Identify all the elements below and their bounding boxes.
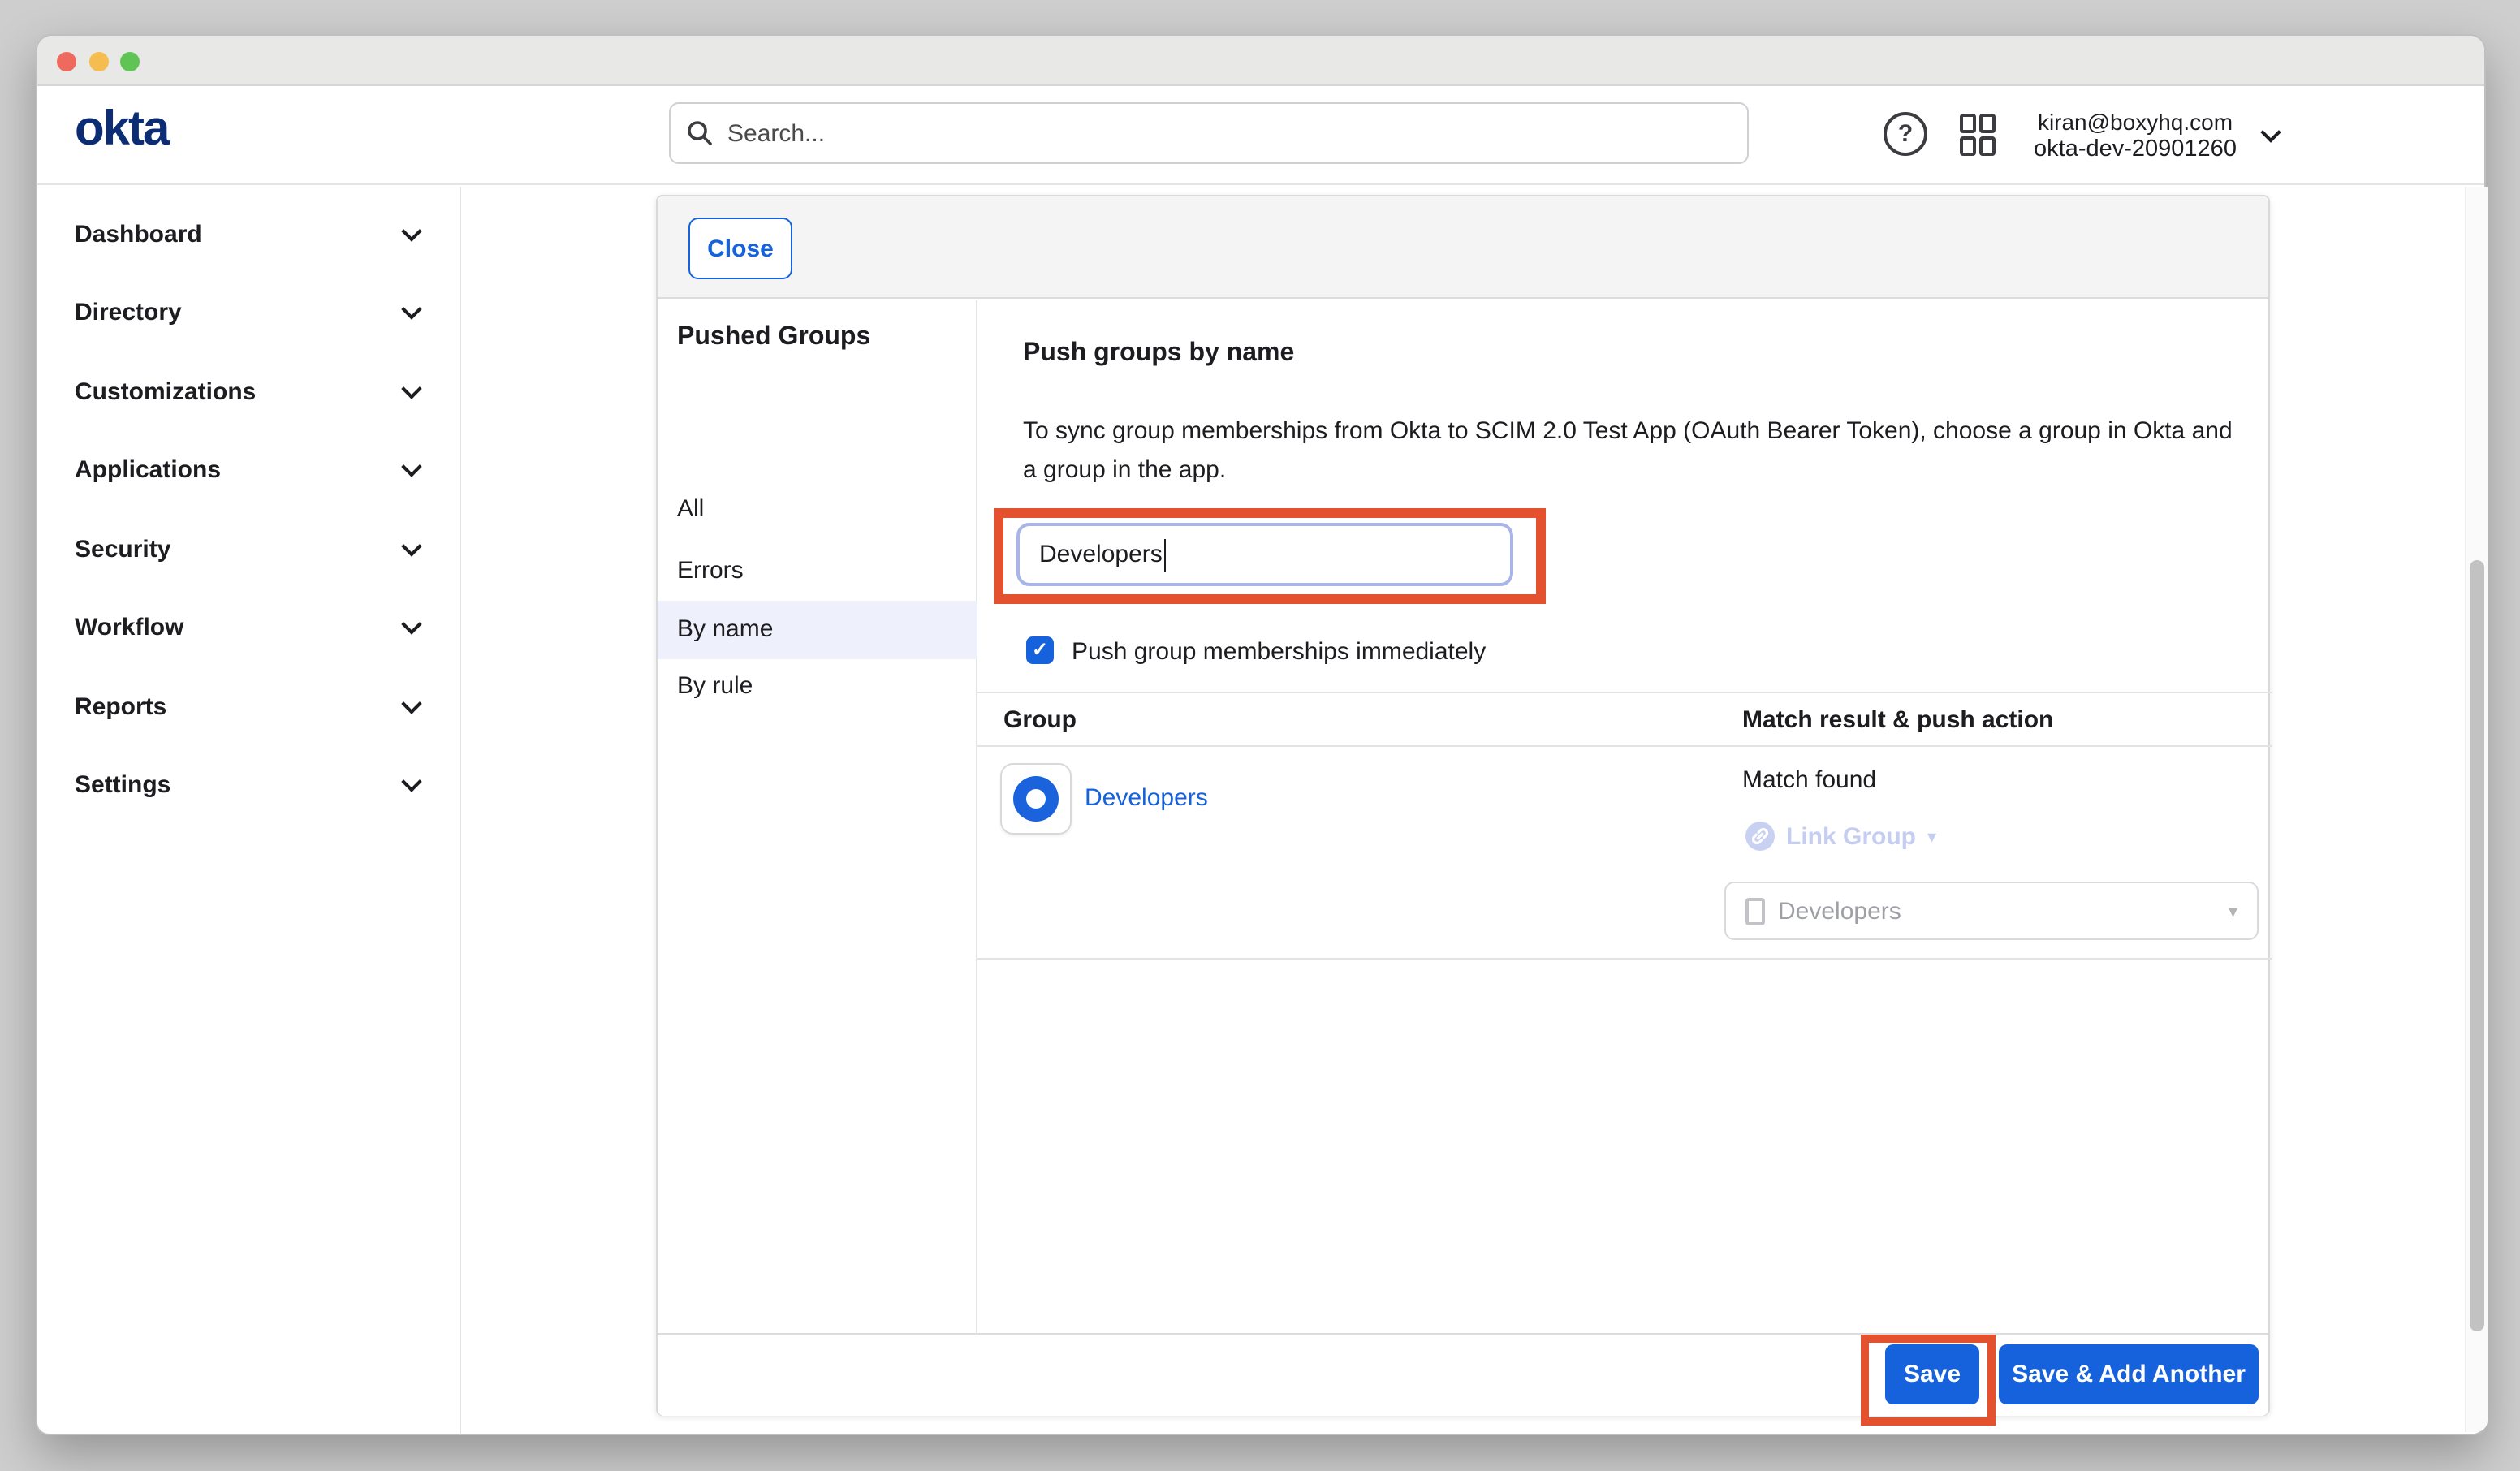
linked-group-dropdown[interactable]: Developers ▾ [1724, 882, 2259, 940]
chevron-down-icon [401, 536, 421, 556]
close-button[interactable]: Close [688, 218, 792, 279]
group-doc-icon [1745, 897, 1765, 925]
push-immediately-label: Push group memberships immediately [1072, 638, 1486, 666]
browser-window: okta ? kiran@boxyhq.com okta-dev-2090126… [36, 34, 2486, 1435]
dialog-toolbar [658, 196, 2268, 299]
link-icon [1745, 822, 1775, 851]
caret-down-icon: ▾ [2229, 900, 2237, 921]
search-input[interactable] [727, 119, 1731, 147]
group-name-link[interactable]: Developers [1085, 784, 1208, 812]
dialog-description: To sync group memberships from Okta to S… [1023, 412, 2250, 490]
chevron-down-icon [401, 378, 421, 399]
save-add-another-button[interactable]: Save & Add Another [1999, 1344, 2259, 1404]
group-icon-card [1000, 763, 1072, 835]
column-match-result: Match result & push action [1742, 693, 2053, 748]
nav-item-all[interactable]: All [658, 481, 977, 539]
user-email: kiran@boxyhq.com [2020, 109, 2250, 135]
app-header: okta ? kiran@boxyhq.com okta-dev-2090126… [37, 86, 2484, 185]
sidebar-nav: Dashboard Directory Customizations Appli… [37, 187, 461, 1434]
text-cursor [1164, 538, 1167, 571]
screen: okta ? kiran@boxyhq.com okta-dev-2090126… [0, 0, 2520, 1471]
okta-logo: okta [75, 102, 168, 157]
save-button[interactable]: Save [1885, 1344, 1979, 1404]
link-group-button[interactable]: Link Group ▾ [1745, 822, 1936, 851]
table-header: Group Match result & push action [977, 692, 2272, 747]
sidebar-item-directory[interactable]: Directory [37, 297, 460, 330]
sidebar-item-dashboard[interactable]: Dashboard [37, 219, 460, 252]
search-icon [687, 120, 713, 146]
chevron-down-icon [401, 221, 421, 241]
linked-group-value: Developers [1778, 897, 2229, 925]
traffic-light-zoom-icon[interactable] [120, 52, 140, 71]
help-icon[interactable]: ? [1884, 112, 1927, 156]
scrollbar-thumb[interactable] [2470, 560, 2484, 1331]
group-name-input[interactable]: Developers [1016, 523, 1513, 586]
row-divider [977, 958, 2272, 960]
sidebar-item-settings[interactable]: Settings [37, 770, 460, 802]
page-scrollbar[interactable] [2465, 187, 2488, 1432]
pushed-groups-title: Pushed Groups [677, 323, 870, 352]
window-titlebar [37, 36, 2484, 86]
pushed-groups-nav: Pushed Groups All Errors By name By rule [658, 300, 977, 1333]
link-group-label: Link Group [1786, 822, 1916, 850]
group-icon [1013, 776, 1059, 822]
traffic-light-close-icon[interactable] [57, 52, 76, 71]
nav-item-by-rule[interactable]: By rule [658, 658, 977, 716]
push-groups-dialog: Close Pushed Groups All Errors By name B… [656, 195, 2270, 1416]
chevron-down-icon [401, 456, 421, 477]
chevron-down-icon [401, 693, 421, 714]
chevron-down-icon [401, 614, 421, 634]
sidebar-item-reports[interactable]: Reports [37, 692, 460, 724]
global-search[interactable] [669, 102, 1749, 164]
apps-grid-icon[interactable] [1960, 114, 2002, 156]
sidebar-item-customizations[interactable]: Customizations [37, 377, 460, 409]
push-immediately-checkbox[interactable]: ✓ [1026, 636, 1054, 664]
sidebar-item-applications[interactable]: Applications [37, 455, 460, 487]
dialog-heading: Push groups by name [1023, 339, 1294, 369]
chevron-down-icon [401, 771, 421, 792]
group-name-value: Developers [1039, 541, 1163, 568]
traffic-light-minimize-icon[interactable] [89, 52, 109, 71]
nav-item-errors[interactable]: Errors [658, 542, 977, 601]
org-name: okta-dev-20901260 [2020, 136, 2250, 162]
match-status: Match found [1742, 766, 1876, 794]
account-menu[interactable]: kiran@boxyhq.com okta-dev-20901260 [2020, 96, 2250, 177]
column-group: Group [1003, 693, 1077, 748]
sidebar-item-workflow[interactable]: Workflow [37, 612, 460, 645]
chevron-down-icon [401, 299, 421, 319]
nav-item-by-name[interactable]: By name [658, 601, 977, 659]
caret-down-icon: ▾ [1927, 826, 1936, 847]
chevron-down-icon[interactable] [2260, 122, 2281, 142]
sidebar-item-security[interactable]: Security [37, 534, 460, 567]
